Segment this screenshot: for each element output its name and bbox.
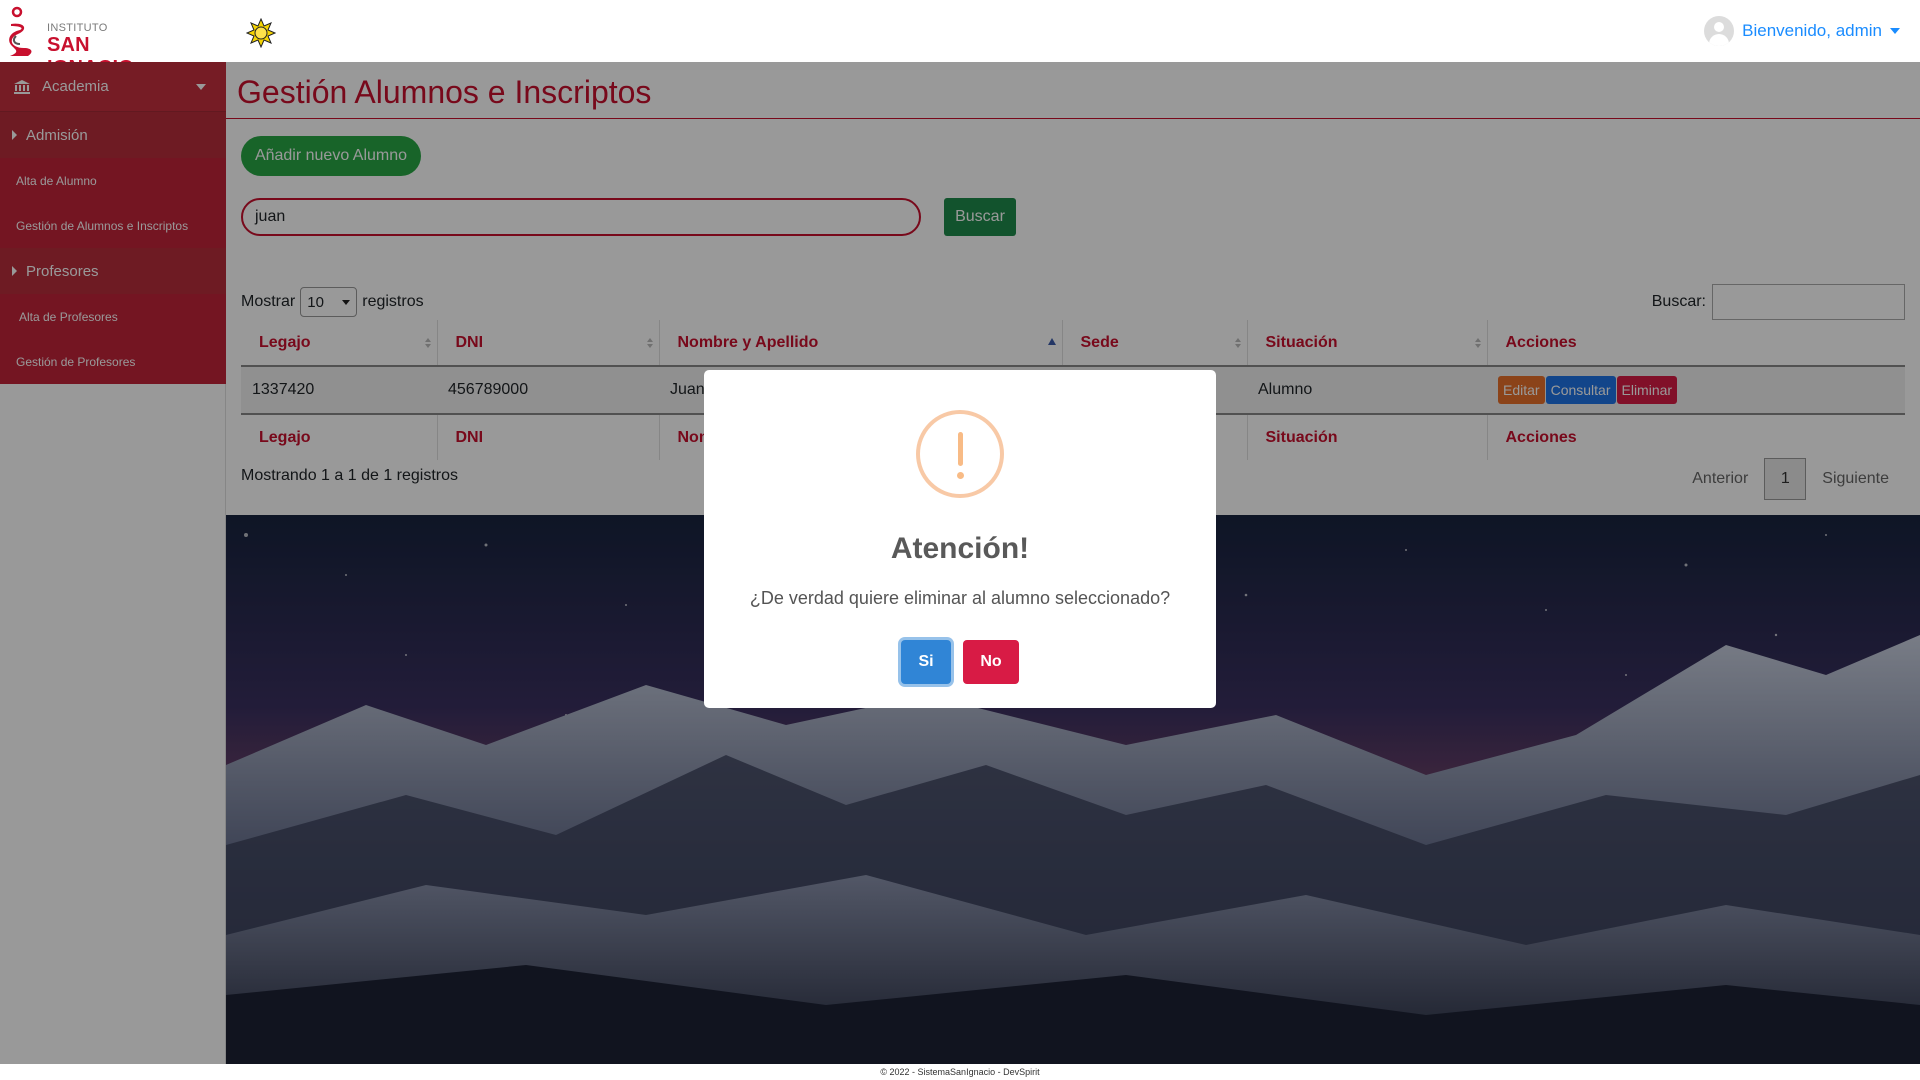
delete-confirmation-dialog: Atención! ¿De verdad quiere eliminar al … xyxy=(704,370,1216,708)
cancel-button[interactable]: No xyxy=(963,640,1019,684)
sun-icon[interactable] xyxy=(246,18,276,48)
warning-icon xyxy=(916,410,1004,498)
user-avatar-icon xyxy=(1704,16,1735,46)
brand-small-text: INSTITUTO xyxy=(47,22,108,34)
san-ignacio-logo-icon xyxy=(9,6,32,57)
user-greeting: Bienvenido, admin xyxy=(1742,21,1882,40)
user-menu[interactable]: Bienvenido, admin xyxy=(1704,14,1900,48)
dialog-message: ¿De verdad quiere eliminar al alumno sel… xyxy=(749,588,1171,608)
page-footer: © 2022 - SistemaSanIgnacio - DevSpirit xyxy=(0,1064,1920,1080)
dialog-actions: Si No xyxy=(704,640,1216,684)
dialog-title: Atención! xyxy=(890,532,1030,565)
brand-logo[interactable]: INSTITUTO SAN IGNACIO xyxy=(6,6,176,79)
top-navbar: INSTITUTO SAN IGNACIO Bienvenido, admin xyxy=(0,0,1920,79)
chevron-down-icon xyxy=(1890,28,1900,34)
confirm-button[interactable]: Si xyxy=(901,640,951,684)
